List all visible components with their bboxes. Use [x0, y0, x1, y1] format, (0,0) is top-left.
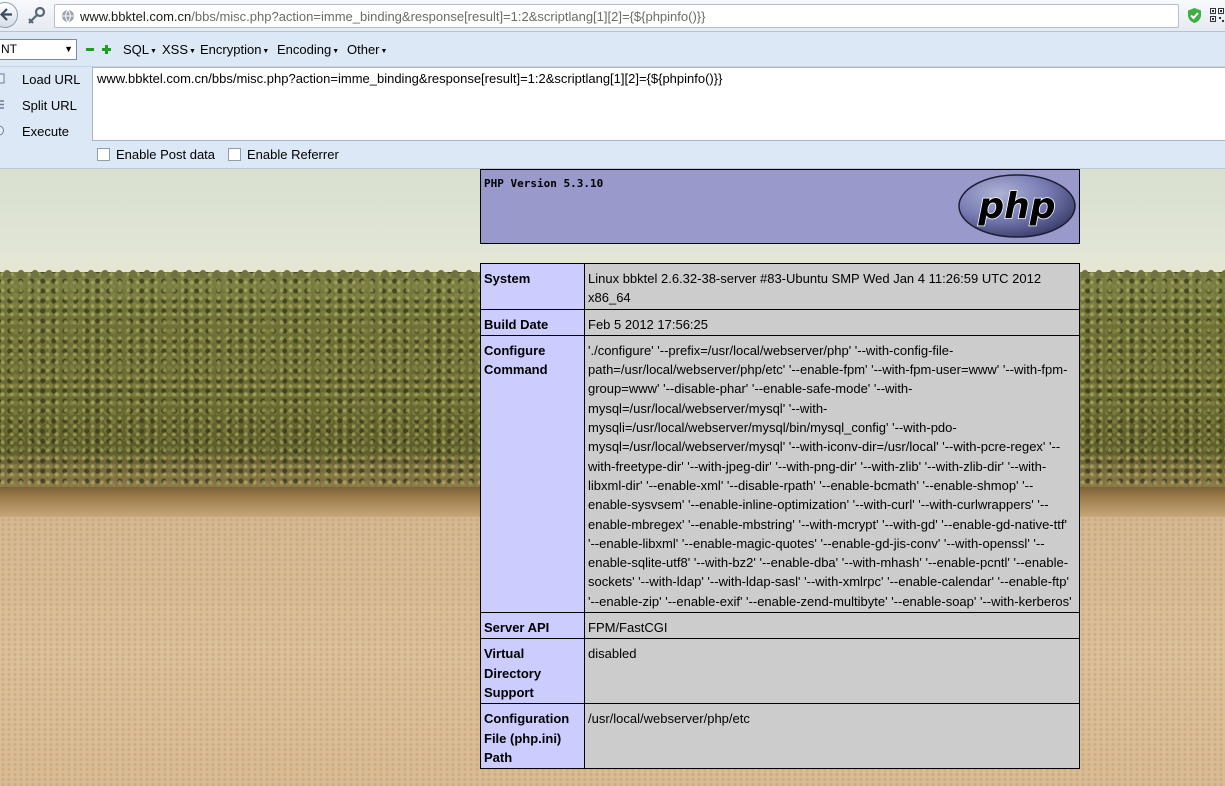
menu-other[interactable]: Other▼	[347, 42, 387, 57]
enable-post-box[interactable]	[97, 148, 110, 161]
caret-down-icon: ▼	[150, 48, 157, 55]
hackbar-toolbar: NT ▼ SQL▼ XSS▼ Encryption▼ Encoding▼ Oth…	[0, 32, 1225, 67]
qr-code-icon[interactable]	[1210, 8, 1224, 22]
info-value: FPM/FastCGI	[584, 612, 1080, 640]
hackbar-panel: Load URL Split URL Execute www.bbktel.co…	[0, 67, 1225, 169]
info-row: Virtual Directory Support disabled	[480, 638, 1080, 705]
enable-referrer-box[interactable]	[228, 148, 241, 161]
menu-encoding-label: Encoding	[277, 42, 332, 57]
phpinfo-table: System Linux bbktel 2.6.32-38-server #83-…	[480, 263, 1080, 770]
hackbar-select[interactable]: NT ▼	[0, 39, 77, 60]
address-url: www.bbktel.com.cn/bbs/misc.php?action=im…	[80, 9, 705, 24]
info-key: Configuration File (php.ini) Path	[480, 703, 585, 770]
menu-sql-label: SQL	[123, 42, 150, 57]
phpinfo-header: PHP Version 5.3.10 php	[480, 169, 1080, 244]
enable-post-label: Enable Post data	[116, 147, 216, 162]
back-arrow-icon	[0, 8, 12, 21]
enable-referrer-label: Enable Referrer	[247, 147, 339, 162]
info-key: Server API	[480, 612, 585, 640]
menu-encryption-label: Encryption	[200, 42, 262, 57]
info-key: Configure Command	[480, 334, 585, 614]
menu-xss-label: XSS	[162, 42, 189, 57]
back-button[interactable]	[0, 2, 18, 28]
php-logo: php	[958, 174, 1076, 238]
hackbar-url-textarea[interactable]: www.bbktel.com.cn/bbs/misc.php?action=im…	[92, 67, 1225, 141]
info-key: Build Date	[480, 308, 585, 336]
plus-icon[interactable]	[102, 45, 111, 54]
menu-sql[interactable]: SQL▼	[123, 42, 157, 57]
caret-down-icon: ▼	[380, 48, 388, 55]
globe-icon	[62, 9, 74, 23]
minus-icon[interactable]	[86, 48, 94, 51]
info-key: Virtual Directory Support	[480, 638, 585, 705]
info-value: './configure' '--prefix=/usr/local/webse…	[584, 334, 1080, 614]
info-row: Configure Command './configure' '--prefix…	[480, 334, 1080, 614]
caret-down-icon: ▼	[262, 48, 270, 55]
menu-other-label: Other	[347, 42, 380, 57]
url-host: www.bbktel.com.cn	[80, 9, 192, 24]
hackbar-url-text: www.bbktel.com.cn/bbs/misc.php?action=im…	[97, 71, 723, 86]
caret-down-icon: ▼	[189, 48, 196, 55]
info-row: Server API FPM/FastCGI	[480, 612, 1080, 640]
split-url-icon	[0, 100, 4, 109]
address-bar: www.bbktel.com.cn/bbs/misc.php?action=im…	[0, 0, 1225, 32]
execute-label: Execute	[22, 124, 69, 139]
info-value: disabled	[584, 638, 1080, 705]
address-input[interactable]: www.bbktel.com.cn/bbs/misc.php?action=im…	[54, 4, 1179, 28]
info-row: Configuration File (php.ini) Path/usr/lo…	[480, 703, 1080, 770]
url-path: /bbs/misc.php?action=imme_binding&respon…	[191, 9, 706, 24]
svg-text:php: php	[977, 186, 1055, 227]
info-value: /usr/local/webserver/php/etc	[584, 703, 1080, 770]
menu-encryption[interactable]: Encryption▼	[200, 42, 269, 57]
info-value: Linux bbktel 2.6.32-38-server #83-Ubuntu…	[584, 263, 1080, 310]
hackbar-select-value: NT	[1, 42, 17, 56]
shield-check-icon[interactable]	[1187, 7, 1202, 24]
caret-down-icon: ▼	[332, 48, 340, 55]
page-content: PHP Version 5.3.10 php System Linux bbkte…	[0, 169, 1225, 786]
info-key: System	[480, 263, 585, 310]
php-version: PHP Version 5.3.10	[484, 177, 604, 190]
info-value: Feb 5 2012 17:56:25	[584, 308, 1080, 336]
execute-icon	[0, 125, 4, 136]
load-url-label: Load URL	[22, 72, 81, 87]
menu-xss[interactable]: XSS▼	[162, 42, 196, 57]
split-url-label: Split URL	[22, 98, 77, 113]
load-url-icon	[0, 73, 5, 84]
key-icon[interactable]	[26, 7, 46, 25]
chevron-down-icon: ▼	[64, 44, 73, 54]
menu-encoding[interactable]: Encoding▼	[277, 42, 339, 57]
info-row: System Linux bbktel 2.6.32-38-server #83-…	[480, 263, 1080, 310]
info-row: Build Date Feb 5 2012 17:56:25	[480, 308, 1080, 336]
